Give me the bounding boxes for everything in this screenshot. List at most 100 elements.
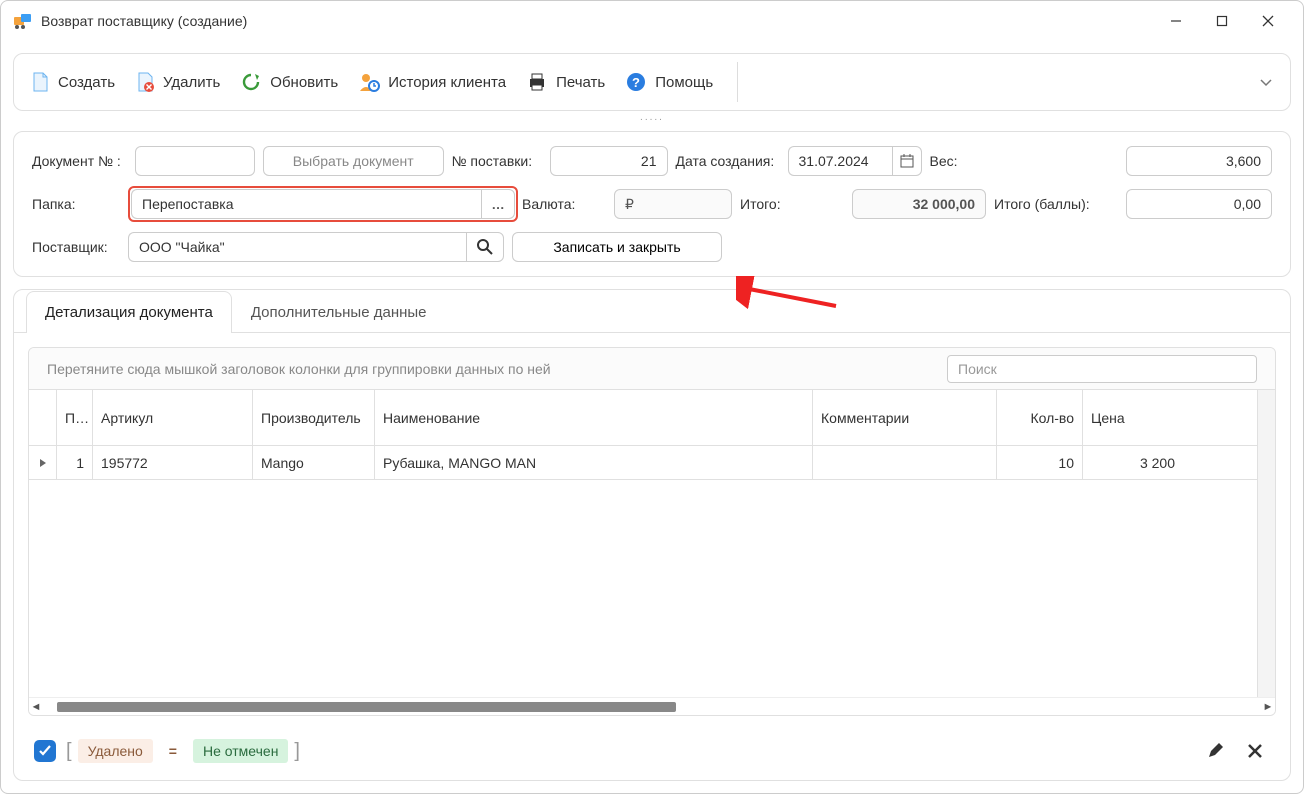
new-doc-icon: [30, 71, 50, 93]
folder-label: Папка:: [32, 196, 120, 212]
col-expander[interactable]: [29, 390, 57, 445]
col-quantity[interactable]: Кол-во: [997, 390, 1083, 445]
scroll-thumb[interactable]: [57, 702, 676, 712]
delete-label: Удалить: [163, 74, 220, 91]
tab-extra[interactable]: Дополнительные данные: [232, 291, 446, 333]
points-label: Итого (баллы):: [994, 196, 1094, 212]
titlebar: Возврат поставщику (создание): [1, 1, 1303, 41]
create-label: Создать: [58, 74, 115, 91]
col-manufacturer[interactable]: Производитель: [253, 390, 375, 445]
cell-article: 195772: [93, 446, 253, 479]
close-icon: [1247, 743, 1263, 759]
bracket-open: [: [66, 740, 72, 763]
delete-doc-icon: [135, 71, 155, 93]
delivery-number-label: № поставки:: [452, 153, 542, 169]
print-icon: [526, 71, 548, 93]
history-icon: [358, 71, 380, 93]
total-label: Итого:: [740, 196, 844, 212]
folder-browse-button[interactable]: …: [481, 189, 515, 219]
create-button[interactable]: Создать: [30, 71, 115, 93]
scroll-left-arrow[interactable]: ◄: [29, 701, 43, 713]
creation-date-input[interactable]: 31.07.2024: [788, 146, 892, 176]
cell-number: 1: [57, 446, 93, 479]
filter-edit-button[interactable]: [1200, 736, 1230, 766]
currency-input: ₽: [614, 189, 732, 219]
grid-horizontal-scrollbar[interactable]: ◄ ►: [29, 697, 1275, 715]
creation-date-label: Дата создания:: [676, 153, 780, 169]
filter-checkbox[interactable]: [34, 740, 56, 762]
close-button[interactable]: [1245, 5, 1291, 37]
filter-field-chip: Удалено: [78, 739, 153, 763]
save-and-close-button[interactable]: Записать и закрыть: [512, 232, 722, 262]
folder-input[interactable]: Перепоставка: [131, 189, 481, 219]
filter-clear-button[interactable]: [1240, 736, 1270, 766]
col-name[interactable]: Наименование: [375, 390, 813, 445]
cell-price: 3 200: [1083, 446, 1183, 479]
history-button[interactable]: История клиента: [358, 71, 506, 93]
refresh-icon: [240, 71, 262, 93]
app-icon: [13, 13, 33, 29]
delivery-number-input[interactable]: 21: [550, 146, 668, 176]
supplier-input[interactable]: ООО "Чайка": [128, 232, 466, 262]
scroll-right-arrow[interactable]: ►: [1261, 701, 1275, 713]
total-value: 32 000,00: [852, 189, 986, 219]
choose-document-button[interactable]: Выбрать документ: [263, 146, 444, 176]
filter-operator: =: [159, 739, 187, 763]
doc-number-input[interactable]: [135, 146, 255, 176]
cell-quantity: 10: [997, 446, 1083, 479]
cell-name: Рубашка, MANGO MAN: [375, 446, 813, 479]
scroll-track[interactable]: [57, 700, 1247, 714]
group-panel[interactable]: Перетяните сюда мышкой заголовок колонки…: [29, 348, 1275, 390]
tab-header: Детализация документа Дополнительные дан…: [14, 290, 1290, 333]
tab-detail[interactable]: Детализация документа: [26, 291, 232, 333]
grid-vertical-scrollbar[interactable]: [1257, 390, 1275, 697]
cell-manufacturer: Mango: [253, 446, 375, 479]
history-label: История клиента: [388, 74, 506, 91]
grid-header-row: П… Артикул Производитель Наименование Ко…: [29, 390, 1257, 446]
col-number[interactable]: П…: [57, 390, 93, 445]
col-price[interactable]: Цена: [1083, 390, 1183, 445]
refresh-label: Обновить: [270, 74, 338, 91]
weight-input[interactable]: 3,600: [1126, 146, 1272, 176]
delete-button[interactable]: Удалить: [135, 71, 220, 93]
print-button[interactable]: Печать: [526, 71, 605, 93]
help-label: Помощь: [655, 74, 713, 91]
content-area: Создать Удалить Обновить История клиента…: [1, 41, 1303, 793]
help-button[interactable]: ? Помощь: [625, 71, 713, 93]
maximize-button[interactable]: [1199, 5, 1245, 37]
folder-highlight: Перепоставка …: [128, 186, 518, 222]
points-input[interactable]: 0,00: [1126, 189, 1272, 219]
toolbar-overflow[interactable]: [1258, 74, 1274, 90]
help-icon: ?: [625, 71, 647, 93]
filter-value-chip: Не отмечен: [193, 739, 288, 763]
row-expander[interactable]: [29, 446, 57, 479]
window-title: Возврат поставщику (создание): [41, 13, 1153, 29]
tab-body: Перетяните сюда мышкой заголовок колонки…: [14, 333, 1290, 780]
grid-search-input[interactable]: Поиск: [947, 355, 1257, 383]
refresh-button[interactable]: Обновить: [240, 71, 338, 93]
print-label: Печать: [556, 74, 605, 91]
supplier-field: ООО "Чайка": [128, 232, 504, 262]
grid-inner: П… Артикул Производитель Наименование Ко…: [29, 390, 1275, 715]
form-panel: Документ № : Выбрать документ № поставки…: [13, 131, 1291, 277]
window-controls: [1153, 5, 1291, 37]
currency-label: Валюта:: [522, 196, 606, 212]
grid-body: 1 195772 Mango Рубашка, MANGO MAN 10 3 2…: [29, 446, 1257, 697]
col-article[interactable]: Артикул: [93, 390, 253, 445]
col-comments[interactable]: Комментарии: [813, 390, 997, 445]
table-row[interactable]: 1 195772 Mango Рубашка, MANGO MAN 10 3 2…: [29, 446, 1257, 480]
filter-expression[interactable]: [ Удалено = Не отмечен ]: [66, 739, 300, 763]
pencil-icon: [1206, 742, 1224, 760]
search-icon: [476, 238, 494, 256]
calendar-button[interactable]: [892, 146, 922, 176]
main-toolbar: Создать Удалить Обновить История клиента…: [13, 53, 1291, 111]
supplier-label: Поставщик:: [32, 239, 120, 255]
cell-comment: [813, 446, 997, 479]
splitter-handle[interactable]: .....: [13, 115, 1291, 125]
bracket-close: ]: [294, 740, 300, 763]
supplier-search-button[interactable]: [466, 232, 504, 262]
tab-panel: Детализация документа Дополнительные дан…: [13, 289, 1291, 781]
doc-number-label: Документ № :: [32, 153, 127, 169]
minimize-button[interactable]: [1153, 5, 1199, 37]
app-window: Возврат поставщику (создание) Создать Уд…: [0, 0, 1304, 794]
